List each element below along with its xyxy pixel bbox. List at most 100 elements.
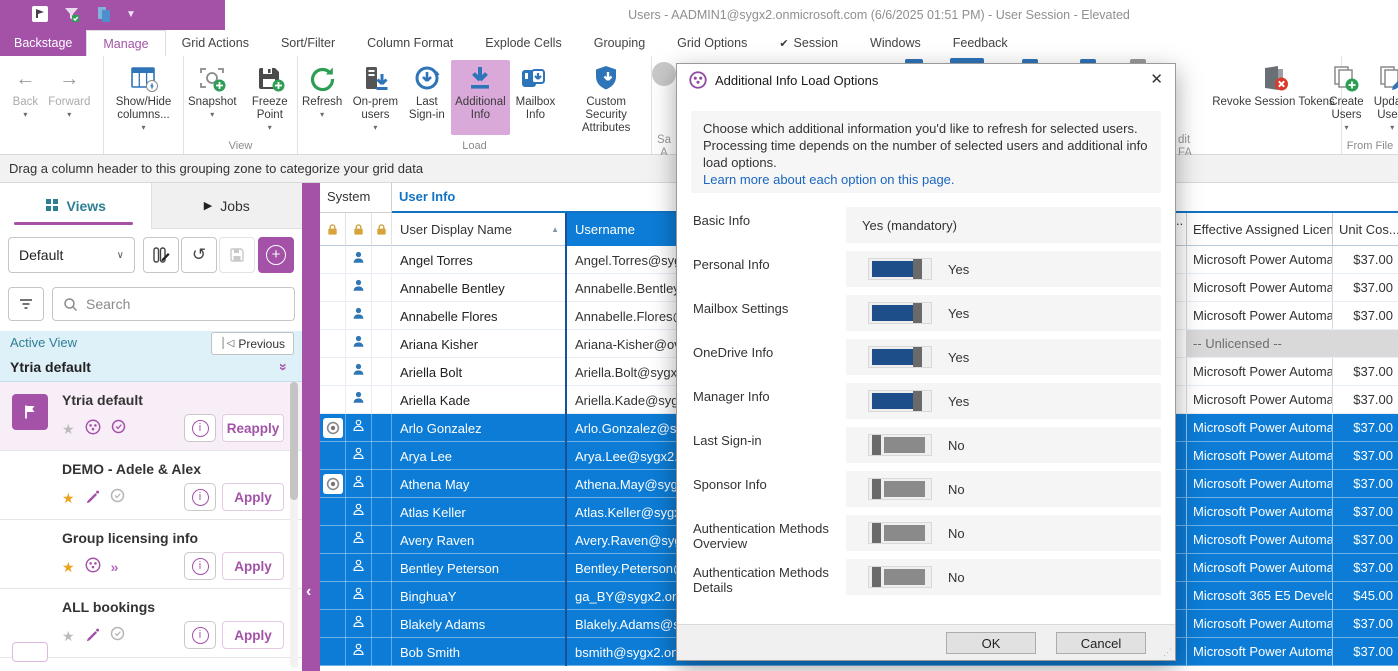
additional-info-load-options-dialog: Additional Info Load Options ✕ Choose wh… <box>676 63 1176 661</box>
update-users-button[interactable]: Update Users▾ <box>1370 60 1398 132</box>
license-cell: Microsoft Power Automat <box>1186 302 1332 329</box>
sidebar-scroll-thumb[interactable] <box>290 382 298 500</box>
ribbon-group-session-tokens: Revoke Session Tokens <box>1206 56 1342 154</box>
view-info-button[interactable]: i <box>184 414 216 442</box>
partial-cell <box>1176 582 1186 609</box>
toggle-switch[interactable] <box>868 302 932 324</box>
view-preset-select[interactable]: Default ∨ <box>8 237 135 273</box>
license-cell: Microsoft Power Automat <box>1186 470 1332 497</box>
ribbon-tab-windows[interactable]: Windows <box>854 30 937 56</box>
freeze-point-button[interactable]: Freeze Point▾ <box>243 60 297 132</box>
tab-jobs[interactable]: ▶ Jobs <box>151 183 303 229</box>
column-header-license[interactable]: Effective Assigned Licen... <box>1186 213 1332 245</box>
sidebar-splitter[interactable]: ‹ <box>302 183 320 671</box>
revoke-session-tokens-button[interactable]: Revoke Session Tokens <box>1208 60 1339 109</box>
right-cells: Microsoft Power Automat $37.00 <box>1176 470 1398 497</box>
unit-cost-cell: $37.00 <box>1332 386 1398 413</box>
view-list-item[interactable]: DEMO - Adele & Alex ★ i Apply <box>0 451 302 520</box>
spacer-cell <box>372 442 392 470</box>
ribbon-tab-manage[interactable]: Manage <box>86 30 165 56</box>
toggle-switch[interactable] <box>868 346 932 368</box>
onprem-users-button[interactable]: On-prem users▾ <box>348 60 402 135</box>
undo-button[interactable]: ↺ <box>181 237 217 273</box>
license-cell: Microsoft Power Automat <box>1186 442 1332 469</box>
qat-dropdown-icon[interactable]: ▼ <box>126 9 136 20</box>
custom-security-attributes-button[interactable]: Custom Security Attributes <box>561 60 651 135</box>
toggle-switch[interactable] <box>868 522 932 544</box>
last-signin-button[interactable]: Last Sign-in <box>405 60 450 135</box>
back-button[interactable]: ← Back▾ <box>9 60 43 119</box>
column-header-partial[interactable]: .. <box>1176 213 1186 245</box>
ribbon-tab-grid-options[interactable]: Grid Options <box>661 30 763 56</box>
close-icon[interactable]: ✕ <box>1150 70 1163 88</box>
person-outline-icon <box>351 586 366 606</box>
toggle-switch[interactable] <box>868 566 932 588</box>
ribbon-tab-backstage[interactable]: Backstage <box>0 30 86 56</box>
search-box <box>52 287 295 321</box>
refresh-button[interactable]: Refresh▾ <box>298 60 346 135</box>
apply-view-button[interactable]: Apply <box>222 483 284 511</box>
cancel-button[interactable]: Cancel <box>1056 632 1146 654</box>
column-header-display-name[interactable]: User Display Name ▲ <box>392 213 565 246</box>
option-label: Basic Info <box>693 213 853 228</box>
column-lock-2[interactable] <box>346 213 372 246</box>
display-name-cell: Arlo Gonzalez <box>392 414 565 442</box>
column-lock-3[interactable] <box>372 213 392 246</box>
group-header-system[interactable]: System <box>320 183 392 213</box>
view-item-badges: ★ <box>62 420 126 438</box>
ribbon-tab-sort-filter[interactable]: Sort/Filter <box>265 30 351 56</box>
spacer-cell <box>372 610 392 638</box>
apply-view-button[interactable]: Apply <box>222 552 284 580</box>
dialog-option-row: Sponsor Info No <box>677 471 1175 515</box>
ribbon-tab-grouping[interactable]: Grouping <box>578 30 661 56</box>
collapse-chevrons-icon[interactable]: » <box>276 363 292 371</box>
mailbox-info-button[interactable]: Mailbox Info <box>512 60 560 135</box>
apply-view-button[interactable]: Reapply <box>222 414 284 442</box>
toggle-switch[interactable] <box>868 258 932 280</box>
view-list-item[interactable]: Ytria default ★ i Reapply <box>0 382 302 451</box>
toggle-switch[interactable] <box>868 434 932 456</box>
show-hide-columns-button[interactable]: Show/Hide columns...▾ <box>104 60 183 132</box>
filter-checked-icon[interactable] <box>62 4 82 24</box>
chevrons-badge-icon: » <box>111 559 118 575</box>
add-view-button[interactable]: + <box>258 237 294 273</box>
undo-icon: ↺ <box>192 245 206 265</box>
forward-button[interactable]: → Forward▾ <box>44 60 94 119</box>
snapshot-button[interactable]: Snapshot▾ <box>184 60 241 132</box>
ribbon-tab-session[interactable]: ✔Session <box>763 30 854 56</box>
ribbon-tab-column-format[interactable]: Column Format <box>351 30 469 56</box>
resize-grip[interactable]: ⋰ <box>1163 647 1173 658</box>
filter-button[interactable] <box>8 287 44 321</box>
active-view-label: Active View <box>10 335 77 350</box>
column-lock-1[interactable] <box>320 213 346 246</box>
view-info-button[interactable]: i <box>184 552 216 580</box>
license-cell: Microsoft 365 E5 Develop <box>1186 582 1332 609</box>
search-input[interactable] <box>86 296 256 312</box>
ribbon-tab-feedback[interactable]: Feedback <box>937 30 1024 56</box>
toggle-switch[interactable] <box>868 478 932 500</box>
display-name-cell: Avery Raven <box>392 526 565 554</box>
edit-columns-button[interactable] <box>143 237 179 273</box>
sort-ascending-icon: ▲ <box>551 225 559 234</box>
previous-label: Previous <box>238 337 285 351</box>
column-header-unit-cost[interactable]: Unit Cos... <box>1332 213 1398 245</box>
copy-columns-icon[interactable] <box>94 4 114 24</box>
sidebar-scrollbar[interactable] <box>290 382 298 668</box>
view-list-item[interactable]: Group licensing info ★» i Apply <box>0 520 302 589</box>
app-logo-icon[interactable] <box>30 4 50 24</box>
ok-button[interactable]: OK <box>946 632 1036 654</box>
previous-view-button[interactable]: │◁ Previous <box>211 332 294 355</box>
view-info-button[interactable]: i <box>184 483 216 511</box>
learn-more-link[interactable]: Learn more about each option on this pag… <box>703 172 955 187</box>
create-users-button[interactable]: Create Users▾ <box>1325 60 1368 132</box>
right-cells: Microsoft Power Automat $37.00 <box>1176 274 1398 301</box>
apply-view-button[interactable]: Apply <box>222 621 284 649</box>
toggle-switch[interactable] <box>868 390 932 412</box>
ribbon-tab-grid-actions[interactable]: Grid Actions <box>166 30 265 56</box>
tab-views[interactable]: Views <box>0 183 151 229</box>
ribbon-tab-explode-cells[interactable]: Explode Cells <box>469 30 577 56</box>
view-info-button[interactable]: i <box>184 621 216 649</box>
users-badge-icon <box>85 419 101 440</box>
save-view-button[interactable] <box>219 237 255 273</box>
additional-info-button[interactable]: Additional Info <box>451 60 510 135</box>
